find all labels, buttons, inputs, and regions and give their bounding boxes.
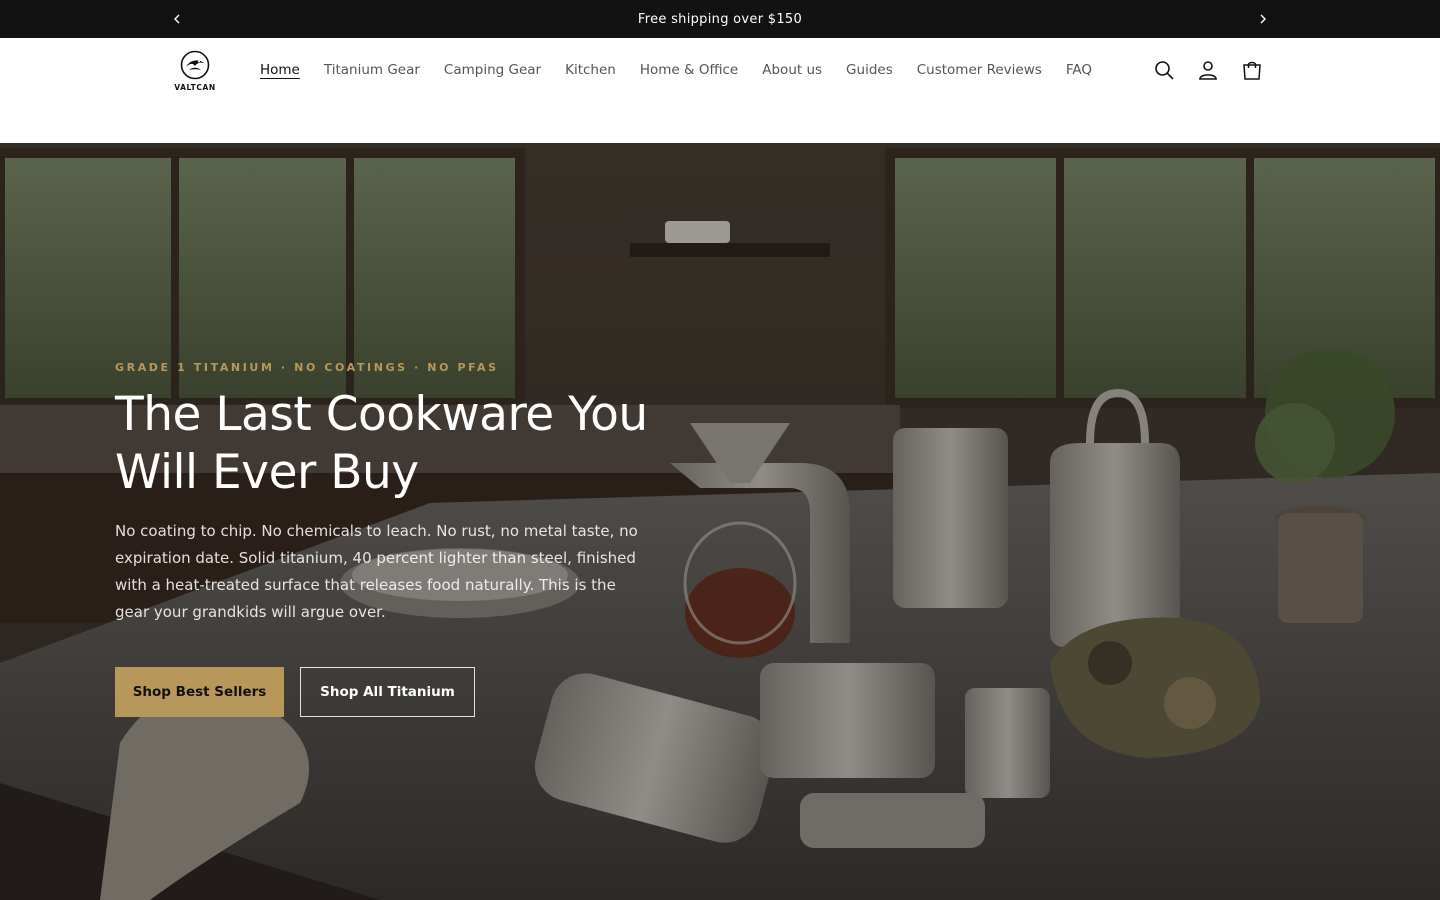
- hero-eyebrow: GRADE 1 TITANIUM · NO COATINGS · NO PFAS: [115, 361, 499, 374]
- main-nav: Home Titanium Gear Camping Gear Kitchen …: [248, 58, 1104, 82]
- announcement-prev-button[interactable]: [158, 0, 196, 38]
- nav-item-home-office[interactable]: Home & Office: [628, 62, 750, 78]
- nav-item-home[interactable]: Home: [248, 62, 312, 78]
- logo-link[interactable]: VALTCAN: [168, 50, 222, 94]
- shop-all-titanium-button[interactable]: Shop All Titanium: [300, 667, 475, 717]
- hero-headline: The Last Cookware You Will Ever Buy: [115, 387, 648, 500]
- nav-item-titanium-gear[interactable]: Titanium Gear: [312, 62, 432, 78]
- hero-content: GRADE 1 TITANIUM · NO COATINGS · NO PFAS…: [115, 361, 655, 717]
- search-button[interactable]: [1150, 56, 1178, 84]
- nav-item-camping-gear[interactable]: Camping Gear: [432, 62, 553, 78]
- eagle-logo-icon: [180, 50, 210, 80]
- account-icon: [1199, 61, 1217, 80]
- search-icon: [1155, 61, 1174, 80]
- chevron-left-icon: [174, 14, 180, 24]
- nav-item-faq[interactable]: FAQ: [1054, 62, 1104, 78]
- announcement-text: Free shipping over $150: [637, 11, 803, 27]
- site-header: VALTCAN Home Titanium Gear Camping Gear …: [0, 38, 1440, 143]
- cart-icon: [1243, 61, 1261, 80]
- announcement-next-button[interactable]: [1244, 0, 1282, 38]
- cart-button[interactable]: [1238, 56, 1266, 84]
- hero-cta-row: Shop Best Sellers Shop All Titanium: [115, 667, 655, 717]
- logo-text: VALTCAN: [174, 83, 216, 92]
- nav-item-kitchen[interactable]: Kitchen: [553, 62, 628, 78]
- hero-subtext: No coating to chip. No chemicals to leac…: [115, 522, 638, 621]
- account-button[interactable]: [1194, 56, 1222, 84]
- nav-item-about-us[interactable]: About us: [750, 62, 834, 78]
- chevron-right-icon: [1260, 14, 1266, 24]
- hero-banner: GRADE 1 TITANIUM · NO COATINGS · NO PFAS…: [0, 143, 1440, 900]
- announcement-bar: Free shipping over $150: [0, 0, 1440, 38]
- nav-item-guides[interactable]: Guides: [834, 62, 905, 78]
- nav-item-customer-reviews[interactable]: Customer Reviews: [905, 62, 1054, 78]
- shop-best-sellers-button[interactable]: Shop Best Sellers: [115, 667, 284, 717]
